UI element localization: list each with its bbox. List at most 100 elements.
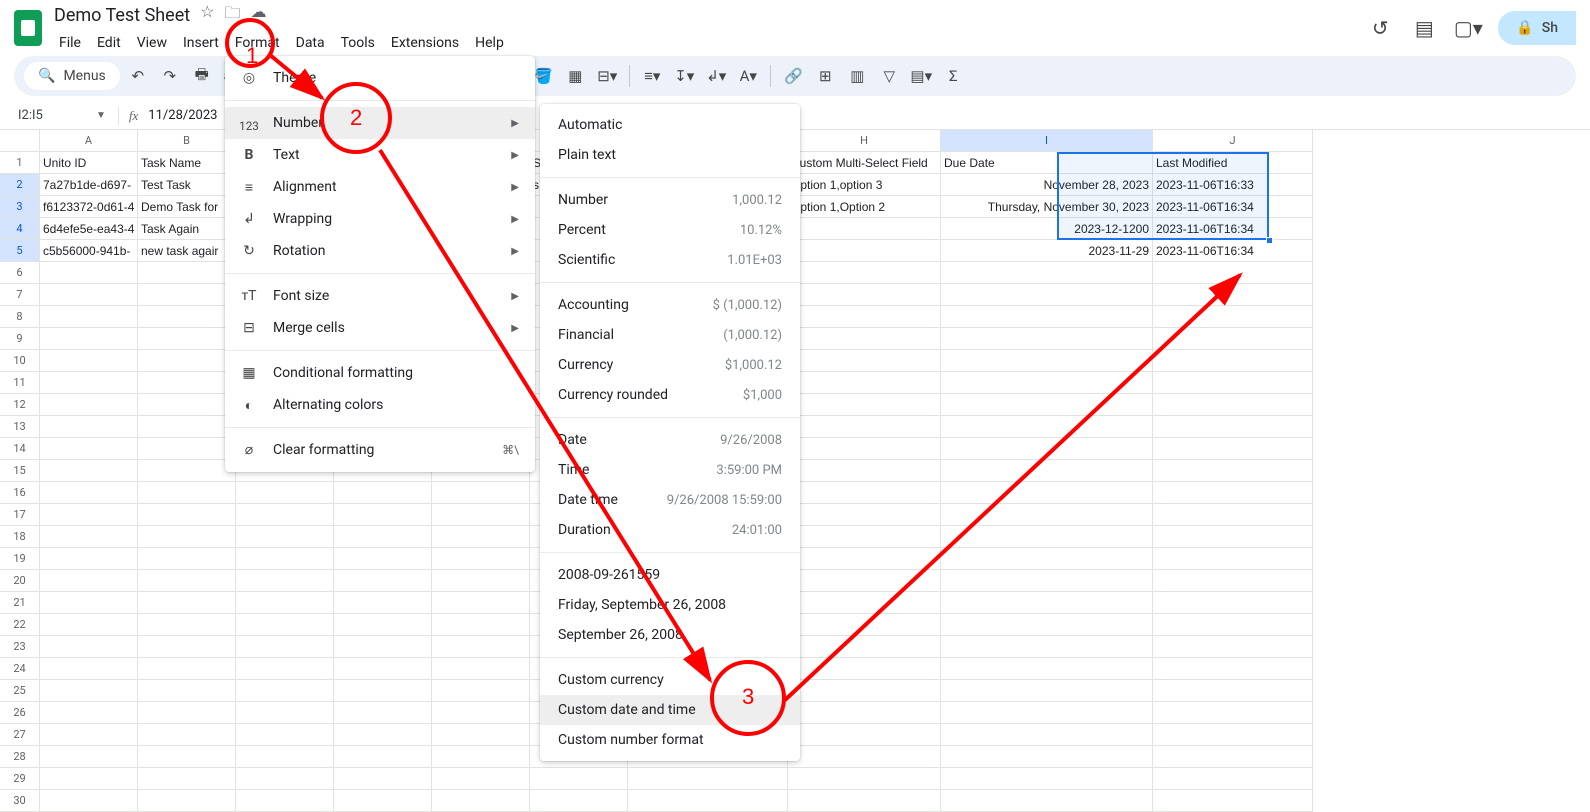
cell[interactable] [40,460,138,482]
cell[interactable] [40,394,138,416]
cell[interactable] [432,504,530,526]
cell[interactable] [788,460,941,482]
cell[interactable] [334,526,432,548]
menu-help[interactable]: Help [468,31,511,55]
insert-link-button[interactable]: 🔗 [779,62,807,90]
cell[interactable] [236,636,334,658]
cell[interactable]: Due Date [941,152,1153,174]
menu-rotation[interactable]: ↻Rotation▶ [225,235,535,267]
col-header[interactable]: I [941,130,1153,152]
menu-alignment[interactable]: ≡Alignment▶ [225,171,535,203]
cell[interactable] [138,592,236,614]
row-header[interactable]: 14 [0,438,40,460]
row-header[interactable]: 30 [0,790,40,812]
comments-icon[interactable]: ▤ [1410,14,1438,42]
cell[interactable] [138,658,236,680]
cell[interactable] [138,724,236,746]
menu-format[interactable]: Format [228,31,287,55]
cell[interactable] [788,702,941,724]
cell[interactable] [40,416,138,438]
row-header[interactable]: 28 [0,746,40,768]
cell[interactable] [941,636,1153,658]
cell[interactable] [40,350,138,372]
cell[interactable]: 2023-11-29 [941,240,1153,262]
cell[interactable] [1153,394,1313,416]
cell[interactable] [788,504,941,526]
cell[interactable] [941,680,1153,702]
cell[interactable]: 6d4efe5e-ea43-4 [40,218,138,240]
cell[interactable] [334,592,432,614]
cell[interactable] [432,746,530,768]
menu-alternating-colors[interactable]: ◐Alternating colors [225,389,535,421]
cell[interactable] [941,372,1153,394]
cell[interactable] [236,702,334,724]
row-header[interactable]: 8 [0,306,40,328]
cell[interactable] [788,306,941,328]
cell[interactable] [1153,658,1313,680]
cell[interactable] [432,592,530,614]
cell[interactable] [432,526,530,548]
cell[interactable] [1153,526,1313,548]
cell[interactable] [40,768,138,790]
cell[interactable] [1153,416,1313,438]
cell[interactable] [138,636,236,658]
cell[interactable] [138,504,236,526]
cell[interactable] [334,702,432,724]
cell[interactable] [236,570,334,592]
cell[interactable] [941,614,1153,636]
row-header[interactable]: 20 [0,570,40,592]
merge-button[interactable]: ⊟▾ [593,62,621,90]
cell[interactable] [941,768,1153,790]
cell[interactable] [432,570,530,592]
cell[interactable] [1153,746,1313,768]
cell[interactable] [138,790,236,812]
cell[interactable] [236,482,334,504]
row-header[interactable]: 24 [0,658,40,680]
share-button[interactable]: 🔒 Sh [1498,11,1576,45]
menu-file[interactable]: File [52,31,88,55]
cell[interactable] [941,570,1153,592]
cell[interactable] [334,724,432,746]
cell[interactable] [941,438,1153,460]
cell[interactable] [1153,680,1313,702]
cell[interactable] [788,746,941,768]
text-wrap-button[interactable]: ↲▾ [702,62,730,90]
cell[interactable] [40,482,138,504]
cell[interactable] [236,614,334,636]
cell[interactable] [40,328,138,350]
cell[interactable] [40,724,138,746]
cell[interactable] [1153,570,1313,592]
cell[interactable] [334,482,432,504]
menu-view[interactable]: View [130,31,174,55]
menu-text[interactable]: BText▶ [225,139,535,171]
cell[interactable] [788,218,941,240]
cell[interactable] [432,482,530,504]
cell[interactable] [788,438,941,460]
col-header[interactable]: A [40,130,138,152]
cell[interactable] [1153,350,1313,372]
cell[interactable] [1153,592,1313,614]
cell[interactable] [40,680,138,702]
row-header[interactable]: 17 [0,504,40,526]
formula-input[interactable]: 11/28/2023 [148,108,217,123]
menu-data[interactable]: Data [289,31,332,55]
cell[interactable] [334,548,432,570]
sm-datetime[interactable]: Date time9/26/2008 15:59:00 [540,485,800,515]
name-box[interactable]: I2:I5 [18,108,78,123]
cell[interactable] [788,658,941,680]
sm-scientific[interactable]: Scientific1.01E+03 [540,245,800,275]
functions-button[interactable]: Σ [939,62,967,90]
cell[interactable] [40,570,138,592]
cell[interactable] [334,570,432,592]
cell[interactable]: Custom Multi-Select Field [788,152,941,174]
cell[interactable] [1153,306,1313,328]
row-header[interactable]: 2 [0,174,40,196]
cell[interactable] [788,724,941,746]
cell[interactable] [788,548,941,570]
cell[interactable] [788,394,941,416]
cell[interactable] [788,790,941,812]
cell[interactable] [334,790,432,812]
cell[interactable] [138,394,236,416]
star-icon[interactable]: ☆ [200,2,214,29]
h-align-button[interactable]: ≡▾ [638,62,666,90]
